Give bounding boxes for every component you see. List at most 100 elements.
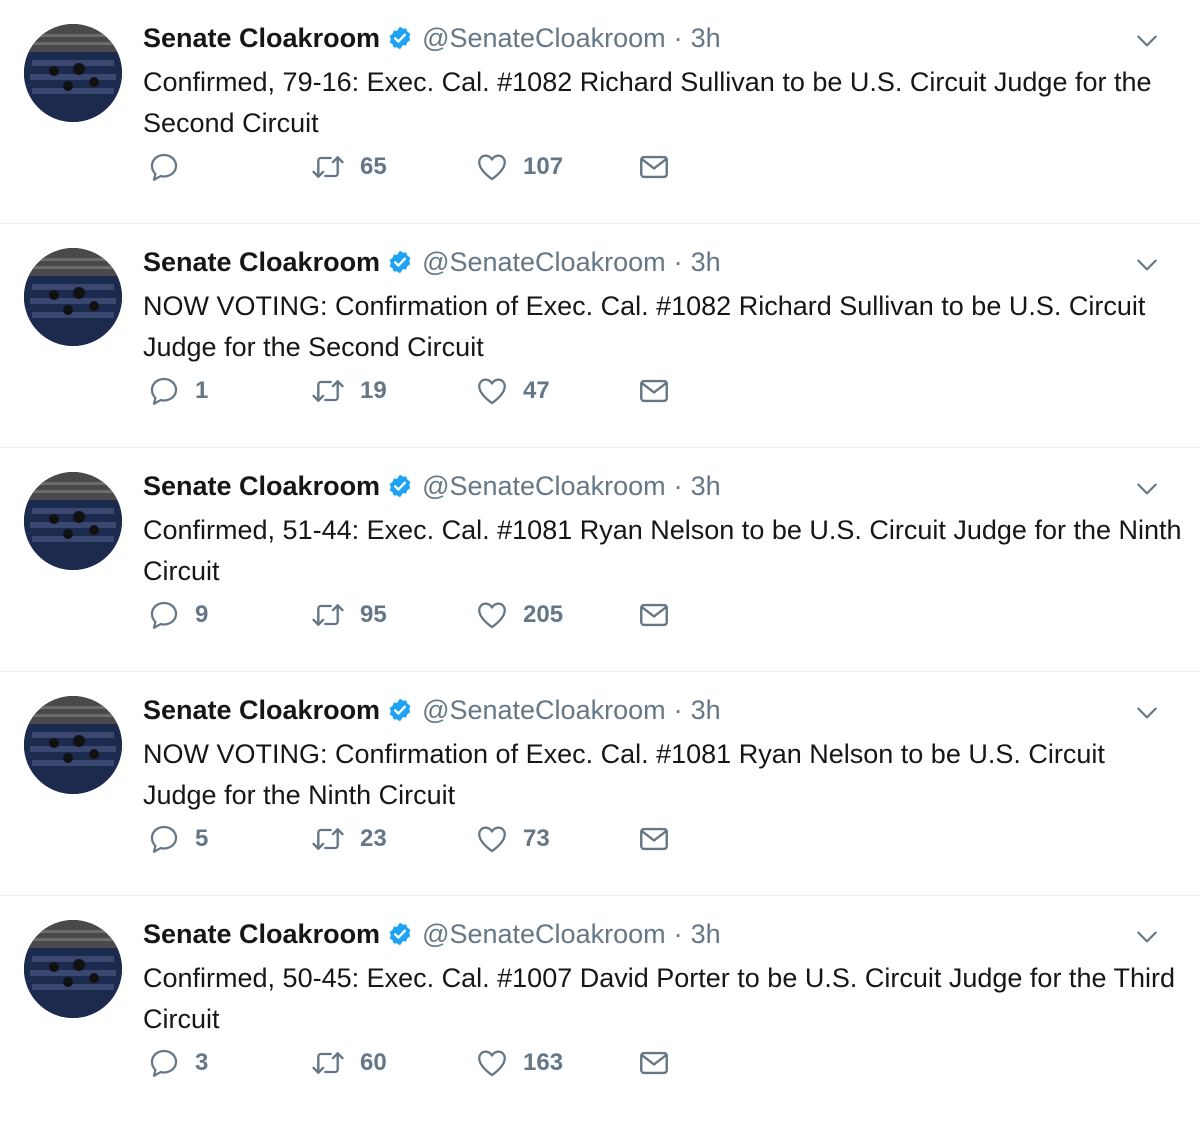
retweet-button[interactable]: 19 bbox=[310, 374, 387, 408]
reply-count: 1 bbox=[195, 377, 209, 404]
author-handle[interactable]: @SenateCloakroom bbox=[422, 468, 666, 504]
direct-message-button[interactable] bbox=[637, 598, 671, 632]
tweet-timestamp[interactable]: 3h bbox=[691, 916, 721, 952]
like-count: 73 bbox=[523, 825, 550, 852]
tweet-header: Senate Cloakroom @SenateCloakroom · 3h bbox=[143, 20, 1176, 56]
author-handle[interactable]: @SenateCloakroom bbox=[422, 20, 666, 56]
reply-button[interactable]: 3 bbox=[147, 1046, 208, 1080]
retweet-count: 23 bbox=[360, 825, 387, 852]
tweet-text: NOW VOTING: Confirmation of Exec. Cal. #… bbox=[143, 739, 1105, 810]
tweet[interactable]: Senate Cloakroom @SenateCloakroom · 3h C… bbox=[0, 448, 1200, 672]
senate-chamber-avatar-image bbox=[24, 472, 122, 570]
avatar[interactable] bbox=[24, 696, 122, 794]
reply-button[interactable] bbox=[147, 150, 195, 184]
senate-chamber-avatar-image bbox=[24, 24, 122, 122]
verified-badge-icon bbox=[389, 474, 411, 498]
retweet-button[interactable]: 23 bbox=[310, 822, 387, 856]
envelope-icon bbox=[640, 827, 668, 851]
like-count: 47 bbox=[523, 377, 550, 404]
verified-badge-icon bbox=[389, 922, 411, 946]
like-count: 163 bbox=[523, 1049, 564, 1076]
retweet-button[interactable]: 95 bbox=[310, 598, 387, 632]
reply-button[interactable]: 1 bbox=[147, 374, 208, 408]
direct-message-button[interactable] bbox=[637, 150, 671, 184]
retweet-icon bbox=[312, 604, 344, 626]
chevron-down-icon[interactable] bbox=[1134, 476, 1160, 502]
separator-dot: · bbox=[673, 695, 683, 725]
author-handle[interactable]: @SenateCloakroom bbox=[422, 244, 666, 280]
author-name[interactable]: Senate Cloakroom bbox=[143, 468, 380, 504]
like-button[interactable]: 107 bbox=[475, 150, 563, 184]
retweet-icon bbox=[312, 380, 344, 402]
tweet-timestamp[interactable]: 3h bbox=[691, 468, 721, 504]
reply-button[interactable]: 5 bbox=[147, 822, 208, 856]
tweet-text: Confirmed, 51-44: Exec. Cal. #1081 Ryan … bbox=[143, 515, 1182, 586]
tweet-content: Senate Cloakroom @SenateCloakroom · 3h C… bbox=[143, 20, 1176, 144]
tweet[interactable]: Senate Cloakroom @SenateCloakroom · 3h C… bbox=[0, 0, 1200, 224]
tweet-actions: 9 95 205 bbox=[147, 598, 707, 632]
tweet-timestamp[interactable]: 3h bbox=[691, 20, 721, 56]
avatar[interactable] bbox=[24, 24, 122, 122]
senate-chamber-avatar-image bbox=[24, 248, 122, 346]
reply-icon bbox=[150, 601, 178, 629]
envelope-icon bbox=[640, 603, 668, 627]
envelope-icon bbox=[640, 379, 668, 403]
tweet-actions: 65 107 bbox=[147, 150, 707, 184]
author-name[interactable]: Senate Cloakroom bbox=[143, 916, 380, 952]
chevron-down-icon[interactable] bbox=[1134, 252, 1160, 278]
retweet-count: 95 bbox=[360, 601, 387, 628]
heart-icon bbox=[478, 826, 506, 853]
author-name[interactable]: Senate Cloakroom bbox=[143, 692, 380, 728]
tweet-timestamp[interactable]: 3h bbox=[691, 244, 721, 280]
separator-dot: · bbox=[673, 919, 683, 949]
direct-message-button[interactable] bbox=[637, 822, 671, 856]
tweet[interactable]: Senate Cloakroom @SenateCloakroom · 3h N… bbox=[0, 224, 1200, 448]
heart-icon bbox=[478, 154, 506, 181]
reply-button[interactable]: 9 bbox=[147, 598, 208, 632]
avatar[interactable] bbox=[24, 472, 122, 570]
retweet-button[interactable]: 60 bbox=[310, 1046, 387, 1080]
chevron-down-icon[interactable] bbox=[1134, 700, 1160, 726]
envelope-icon bbox=[640, 155, 668, 179]
like-count: 107 bbox=[523, 153, 564, 180]
retweet-icon bbox=[312, 156, 344, 178]
author-name[interactable]: Senate Cloakroom bbox=[143, 20, 380, 56]
chevron-down-icon[interactable] bbox=[1134, 28, 1160, 54]
verified-badge-icon bbox=[389, 26, 411, 50]
retweet-count: 60 bbox=[360, 1049, 387, 1076]
separator-dot: · bbox=[673, 471, 683, 501]
reply-count: 9 bbox=[195, 601, 209, 628]
retweet-button[interactable]: 65 bbox=[310, 150, 387, 184]
tweet-text: NOW VOTING: Confirmation of Exec. Cal. #… bbox=[143, 291, 1146, 362]
like-button[interactable]: 163 bbox=[475, 1046, 563, 1080]
tweet[interactable]: Senate Cloakroom @SenateCloakroom · 3h C… bbox=[0, 896, 1200, 1120]
direct-message-button[interactable] bbox=[637, 374, 671, 408]
tweet-timestamp[interactable]: 3h bbox=[691, 692, 721, 728]
tweet-header: Senate Cloakroom @SenateCloakroom · 3h bbox=[143, 916, 1176, 952]
tweet-header: Senate Cloakroom @SenateCloakroom · 3h bbox=[143, 468, 1176, 504]
retweet-icon bbox=[312, 1052, 344, 1074]
like-button[interactable]: 205 bbox=[475, 598, 563, 632]
reply-icon bbox=[150, 1049, 178, 1077]
tweet-timeline: Senate Cloakroom @SenateCloakroom · 3h C… bbox=[0, 0, 1200, 1120]
retweet-count: 65 bbox=[360, 153, 387, 180]
tweet-text: Confirmed, 50-45: Exec. Cal. #1007 David… bbox=[143, 963, 1175, 1034]
like-button[interactable]: 47 bbox=[475, 374, 550, 408]
tweet-content: Senate Cloakroom @SenateCloakroom · 3h C… bbox=[143, 468, 1182, 592]
like-button[interactable]: 73 bbox=[475, 822, 550, 856]
senate-chamber-avatar-image bbox=[24, 696, 122, 794]
direct-message-button[interactable] bbox=[637, 1046, 671, 1080]
author-handle[interactable]: @SenateCloakroom bbox=[422, 916, 666, 952]
tweet[interactable]: Senate Cloakroom @SenateCloakroom · 3h N… bbox=[0, 672, 1200, 896]
avatar[interactable] bbox=[24, 920, 122, 1018]
chevron-down-icon[interactable] bbox=[1134, 924, 1160, 950]
retweet-icon bbox=[312, 828, 344, 850]
separator-dot: · bbox=[673, 247, 683, 277]
tweet-content: Senate Cloakroom @SenateCloakroom · 3h C… bbox=[143, 916, 1176, 1040]
author-handle[interactable]: @SenateCloakroom bbox=[422, 692, 666, 728]
avatar[interactable] bbox=[24, 248, 122, 346]
senate-chamber-avatar-image bbox=[24, 920, 122, 1018]
tweet-header: Senate Cloakroom @SenateCloakroom · 3h bbox=[143, 692, 1176, 728]
author-name[interactable]: Senate Cloakroom bbox=[143, 244, 380, 280]
reply-count: 3 bbox=[195, 1049, 209, 1076]
